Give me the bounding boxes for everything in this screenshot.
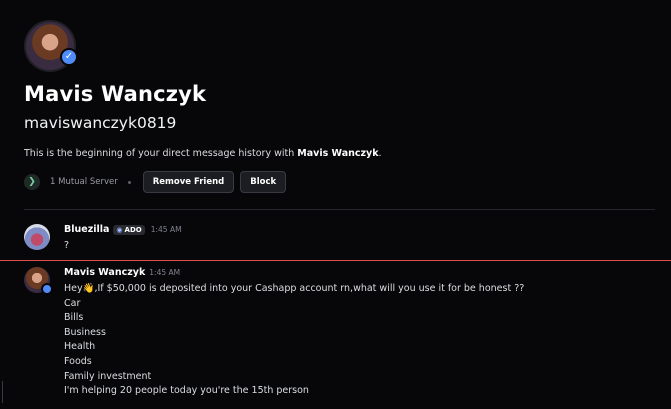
message-line: Family investment	[64, 370, 152, 382]
avatar[interactable]	[24, 267, 53, 295]
scrollbar[interactable]	[2, 381, 3, 403]
clan-tag[interactable]: ◉ ADO	[113, 224, 145, 235]
server-icon[interactable]: ❯	[24, 174, 40, 190]
username: maviswanczyk0819	[24, 114, 177, 132]
message-line: Car	[64, 297, 81, 309]
dm-intro-text: This is the beginning of your direct mes…	[24, 148, 382, 159]
profile-header: ✓	[24, 20, 78, 72]
message-line: Hey👋,If $50,000 is deposited into your C…	[64, 283, 525, 294]
message-content: Hey👋,If $50,000 is deposited into your C…	[64, 282, 524, 399]
profile-avatar[interactable]: ✓	[24, 20, 78, 72]
new-messages-divider	[0, 260, 671, 261]
message-header: Mavis Wanczyk 1:45 AM	[64, 267, 180, 278]
message-line: Bills	[64, 312, 84, 324]
message-timestamp: 1:45 AM	[149, 268, 181, 277]
message-author[interactable]: Mavis Wanczyk	[64, 267, 145, 278]
message-timestamp: 1:45 AM	[150, 225, 182, 234]
message-line: Foods	[64, 355, 92, 367]
block-button[interactable]: Block	[240, 171, 287, 193]
avatar[interactable]	[24, 224, 50, 250]
display-name: Mavis Wanczyk	[24, 82, 207, 106]
profile-actions: ❯ 1 Mutual Server Remove Friend Block	[24, 171, 292, 193]
message-content: ?	[64, 239, 69, 254]
message-line: ?	[64, 240, 70, 251]
separator-dot	[127, 180, 131, 184]
clan-tag-icon: ◉	[116, 225, 123, 234]
message-author[interactable]: Bluezilla	[64, 224, 109, 235]
waving-hand-icon: 👋	[82, 283, 95, 294]
message-line: I'm helping 20 people today you're the 1…	[64, 385, 309, 397]
remove-friend-button[interactable]: Remove Friend	[142, 171, 235, 193]
verified-badge-icon	[41, 283, 53, 295]
message-line: Health	[64, 341, 96, 353]
mutual-servers-link[interactable]: 1 Mutual Server	[50, 177, 118, 187]
message-header: Bluezilla ◉ ADO 1:45 AM	[64, 224, 182, 235]
verified-badge-icon: ✓	[60, 48, 78, 66]
intro-divider	[24, 209, 655, 210]
message-line: Business	[64, 326, 106, 338]
intro-name: Mavis Wanczyk	[297, 148, 379, 159]
